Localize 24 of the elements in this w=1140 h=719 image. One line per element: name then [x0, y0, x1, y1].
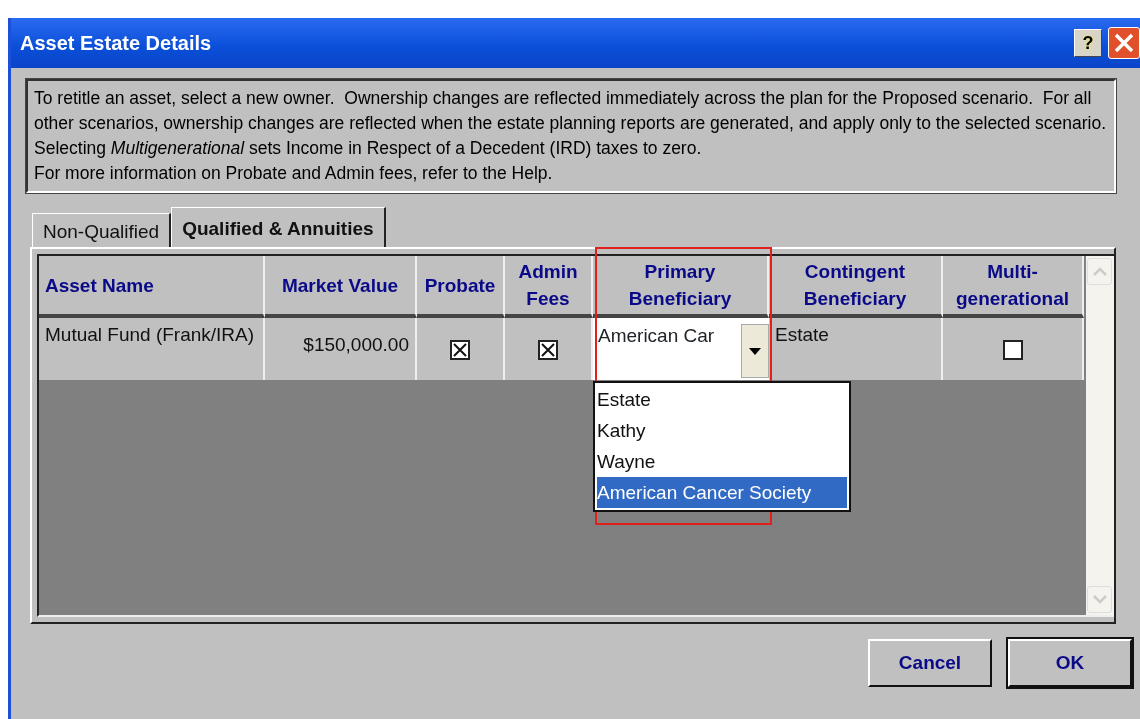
- dialog-button[interactable]: Cancel: [868, 639, 992, 687]
- column-header: Multi-generational: [943, 256, 1084, 318]
- info-text: For more information on Probate and Admin fees, refer to the Help.: [34, 162, 554, 185]
- dropdown-option[interactable]: Estate: [597, 384, 847, 415]
- dropdown-option[interactable]: American Cancer Society: [597, 477, 847, 508]
- tab[interactable]: Qualified & Annuities: [171, 207, 386, 247]
- window-title: Asset Estate Details: [20, 31, 213, 56]
- table-cell: Estate: [769, 318, 943, 380]
- dropdown-option[interactable]: Kathy: [597, 415, 847, 446]
- column-header: Contingent Beneficiary: [769, 256, 943, 318]
- info-text: Selecting Multigenerational sets Income in Respect of a Decedent (IRD) taxes to zero.: [34, 137, 703, 160]
- info-text: To retitle an asset, select a new owner. Ownership changes are reflected immediately across the plan for the Proposed scenario. For all other scenarios, ownership changes are reflected when the estate planning reports are generated, and apply only to the selected scenario.: [34, 87, 1108, 135]
- column-header: Primary Beneficiary: [593, 256, 769, 318]
- dialog-button[interactable]: OK: [1008, 639, 1132, 687]
- column-header: Market Value: [265, 256, 417, 318]
- table-cell: $150,000.00: [265, 318, 417, 380]
- tab[interactable]: Non-Qualified: [32, 213, 172, 247]
- table-cell: Mutual Fund (Frank/IRA): [39, 318, 265, 380]
- dropdown-field[interactable]: American Car: [593, 318, 769, 380]
- column-header: Asset Name: [39, 256, 265, 318]
- dropdown-option[interactable]: Wayne: [597, 446, 847, 477]
- column-header: Admin Fees: [505, 256, 593, 318]
- help-button[interactable]: ?: [1074, 29, 1102, 57]
- column-header: Probate: [417, 256, 505, 318]
